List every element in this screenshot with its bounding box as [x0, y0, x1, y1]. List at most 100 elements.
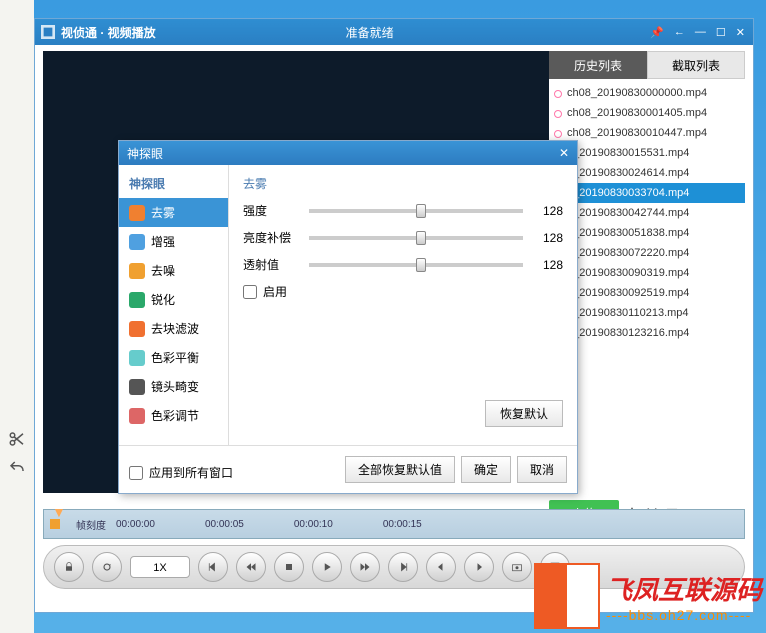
- slider-label: 透射值: [243, 256, 299, 273]
- slider-track[interactable]: [309, 263, 523, 267]
- timeline-label: 帧刻度: [66, 517, 116, 532]
- status-text: 准备就绪: [346, 24, 394, 41]
- sidebar-item-icon: [129, 350, 145, 366]
- snapshot-button[interactable]: [502, 552, 532, 582]
- sidebar-title: 神探眼: [119, 173, 228, 198]
- file-item[interactable]: 3_20190830024614.mp4: [549, 163, 745, 183]
- titlebar: 视侦通 · 视频播放 准备就绪 📌 ← — ☐ ✕: [35, 19, 753, 45]
- close-icon[interactable]: ✕: [736, 26, 745, 39]
- file-item[interactable]: 3_20190830042744.mp4: [549, 203, 745, 223]
- next-button[interactable]: [388, 552, 418, 582]
- sidebar-item-icon: [129, 234, 145, 250]
- restore-default-button[interactable]: 恢复默认: [485, 400, 563, 427]
- slider-thumb[interactable]: [416, 231, 426, 245]
- undo-icon[interactable]: [8, 459, 26, 482]
- dialog-sidebar: 神探眼 去雾增强去噪锐化去块滤波色彩平衡镜头畸变色彩调节: [119, 165, 229, 445]
- sidebar-item[interactable]: 增强: [119, 227, 228, 256]
- slider-thumb[interactable]: [416, 258, 426, 272]
- dialog-titlebar: 神探眼 ✕: [119, 141, 577, 165]
- prev-button[interactable]: [198, 552, 228, 582]
- sidebar-item-icon: [129, 379, 145, 395]
- watermark-text: 飞凤互联源码: [606, 570, 762, 607]
- file-item[interactable]: 3_20190830033704.mp4: [549, 183, 745, 203]
- slider-track[interactable]: [309, 236, 523, 240]
- file-item[interactable]: 3_20190830092519.mp4: [549, 283, 745, 303]
- sidebar-item-label: 色彩平衡: [151, 349, 199, 366]
- tab-history[interactable]: 历史列表: [549, 51, 647, 79]
- stop-button[interactable]: [274, 552, 304, 582]
- restore-all-button[interactable]: 全部恢复默认值: [345, 456, 455, 483]
- slider-value: 128: [533, 231, 563, 245]
- sidebar-item-icon: [129, 205, 145, 221]
- step-back-button[interactable]: [426, 552, 456, 582]
- sidebar-item-label: 镜头畸变: [151, 378, 199, 395]
- slider-row: 强度 128: [243, 202, 563, 219]
- timeline[interactable]: ▼ 帧刻度 00:00:0000:00:0500:00:1000:00:15: [43, 509, 745, 539]
- watermark: 飞凤互联源码 ----bbs.oh27.com----: [534, 563, 762, 629]
- slider-value: 128: [533, 258, 563, 272]
- group-title: 去雾: [243, 175, 563, 192]
- shentan-dialog: 神探眼 ✕ 神探眼 去雾增强去噪锐化去块滤波色彩平衡镜头畸变色彩调节 去雾 强度…: [118, 140, 578, 494]
- sidebar-item[interactable]: 色彩调节: [119, 401, 228, 430]
- sidebar-item[interactable]: 去块滤波: [119, 314, 228, 343]
- timeline-mark: 00:00:15: [383, 519, 422, 530]
- slider-row: 透射值 128: [243, 256, 563, 273]
- enable-checkbox[interactable]: [243, 285, 257, 299]
- slider-label: 强度: [243, 202, 299, 219]
- rewind-button[interactable]: [236, 552, 266, 582]
- sidebar-item-icon: [129, 321, 145, 337]
- back-icon[interactable]: ←: [674, 26, 685, 39]
- sidebar-item-label: 去噪: [151, 262, 175, 279]
- dialog-close-icon[interactable]: ✕: [559, 146, 569, 160]
- speed-display[interactable]: 1X: [130, 556, 190, 578]
- sidebar-item[interactable]: 色彩平衡: [119, 343, 228, 372]
- file-item[interactable]: ch08_20190830000000.mp4: [549, 83, 745, 103]
- apply-all-label: 应用到所有窗口: [149, 464, 233, 481]
- sidebar-item[interactable]: 镜头畸变: [119, 372, 228, 401]
- tab-capture[interactable]: 截取列表: [647, 51, 745, 79]
- play-button[interactable]: [312, 552, 342, 582]
- timeline-mark: 00:00:00: [116, 519, 155, 530]
- app-icon: [41, 25, 55, 39]
- sidebar-item[interactable]: 去噪: [119, 256, 228, 285]
- scissors-icon[interactable]: [8, 430, 26, 453]
- maximize-icon[interactable]: ☐: [716, 26, 726, 39]
- cycle-button[interactable]: [92, 552, 122, 582]
- lock-button[interactable]: [54, 552, 84, 582]
- sidebar-item-icon: [129, 408, 145, 424]
- file-item[interactable]: ch08_20190830001405.mp4: [549, 103, 745, 123]
- sidebar-item-label: 去雾: [151, 204, 175, 221]
- sidebar-item-icon: [129, 263, 145, 279]
- file-item[interactable]: 3_20190830123216.mp4: [549, 323, 745, 343]
- slider-thumb[interactable]: [416, 204, 426, 218]
- slider-value: 128: [533, 204, 563, 218]
- ok-button[interactable]: 确定: [461, 456, 511, 483]
- timeline-mark: 00:00:10: [294, 519, 333, 530]
- sidebar-item-label: 增强: [151, 233, 175, 250]
- file-item[interactable]: 3_20190830110213.mp4: [549, 303, 745, 323]
- file-item[interactable]: 3_20190830015531.mp4: [549, 143, 745, 163]
- file-item[interactable]: 3_20190830072220.mp4: [549, 243, 745, 263]
- cancel-button[interactable]: 取消: [517, 456, 567, 483]
- sidebar-item[interactable]: 锐化: [119, 285, 228, 314]
- sidebar-item-label: 锐化: [151, 291, 175, 308]
- pin-icon[interactable]: 📌: [650, 26, 664, 39]
- apply-all-checkbox[interactable]: [129, 466, 143, 480]
- slider-label: 亮度补偿: [243, 229, 299, 246]
- sidebar-item[interactable]: 去雾: [119, 198, 228, 227]
- file-item[interactable]: ch08_20190830010447.mp4: [549, 123, 745, 143]
- playhead-icon[interactable]: ▼: [52, 504, 66, 520]
- slider-track[interactable]: [309, 209, 523, 213]
- sidebar-item-label: 色彩调节: [151, 407, 199, 424]
- minimize-icon[interactable]: —: [695, 26, 706, 39]
- file-item[interactable]: 3_20190830090319.mp4: [549, 263, 745, 283]
- timeline-mark: 00:00:05: [205, 519, 244, 530]
- file-item[interactable]: 3_20190830051838.mp4: [549, 223, 745, 243]
- step-fwd-button[interactable]: [464, 552, 494, 582]
- file-list: ch08_20190830000000.mp4ch08_201908300014…: [549, 79, 745, 489]
- sidebar-item-icon: [129, 292, 145, 308]
- watermark-logo: [534, 563, 600, 629]
- slider-row: 亮度补偿 128: [243, 229, 563, 246]
- enable-label: 启用: [263, 283, 287, 300]
- forward-button[interactable]: [350, 552, 380, 582]
